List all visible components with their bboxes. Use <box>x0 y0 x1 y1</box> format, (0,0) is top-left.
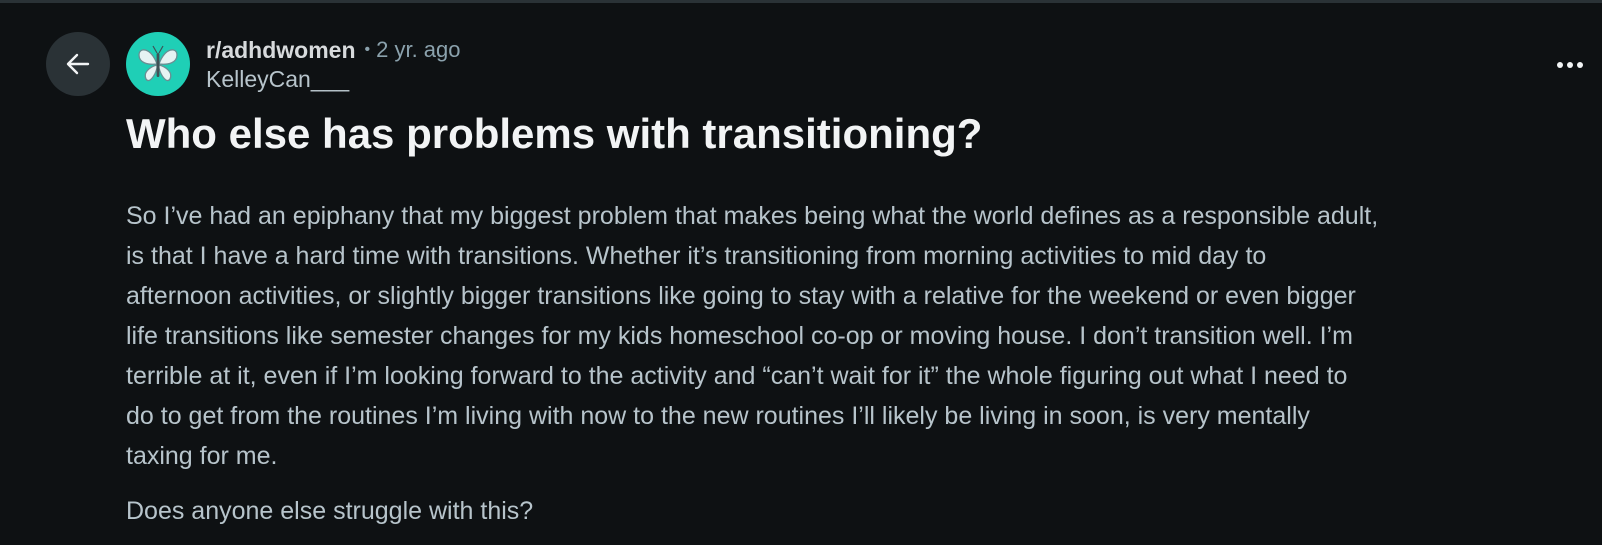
back-button[interactable] <box>46 32 110 96</box>
post-meta: r/adhdwomen • 2 yr. ago <box>206 35 461 65</box>
subreddit-avatar[interactable] <box>126 32 190 96</box>
post-body-line: do to get from the routines I’m living w… <box>126 402 1310 430</box>
arrow-left-icon <box>66 53 90 75</box>
post-body-line: is that I have a hard time with transiti… <box>126 242 1267 270</box>
post-body-line: taxing for me. <box>126 442 278 470</box>
post-timestamp: 2 yr. ago <box>376 37 461 62</box>
butterfly-icon <box>138 45 178 82</box>
post-body-line: afternoon activities, or slightly bigger… <box>126 282 1356 310</box>
meta-separator: • <box>364 41 371 58</box>
post-title: Who else has problems with transitioning… <box>126 110 983 157</box>
post-body-line: terrible at it, even if I’m looking forw… <box>126 362 1348 390</box>
more-options-button[interactable] <box>1550 50 1590 80</box>
post-body-line: So I’ve had an epiphany that my biggest … <box>126 202 1379 230</box>
post-question: Does anyone else struggle with this? <box>126 497 534 525</box>
more-horizontal-icon <box>1557 62 1583 68</box>
top-divider <box>0 0 1602 3</box>
author-link[interactable]: KelleyCan___ <box>206 66 349 93</box>
subreddit-link[interactable]: r/adhdwomen <box>206 37 356 64</box>
post-body-line: life transitions like semester changes f… <box>126 322 1353 350</box>
post-body: So I’ve had an epiphany that my biggest … <box>126 196 1586 531</box>
